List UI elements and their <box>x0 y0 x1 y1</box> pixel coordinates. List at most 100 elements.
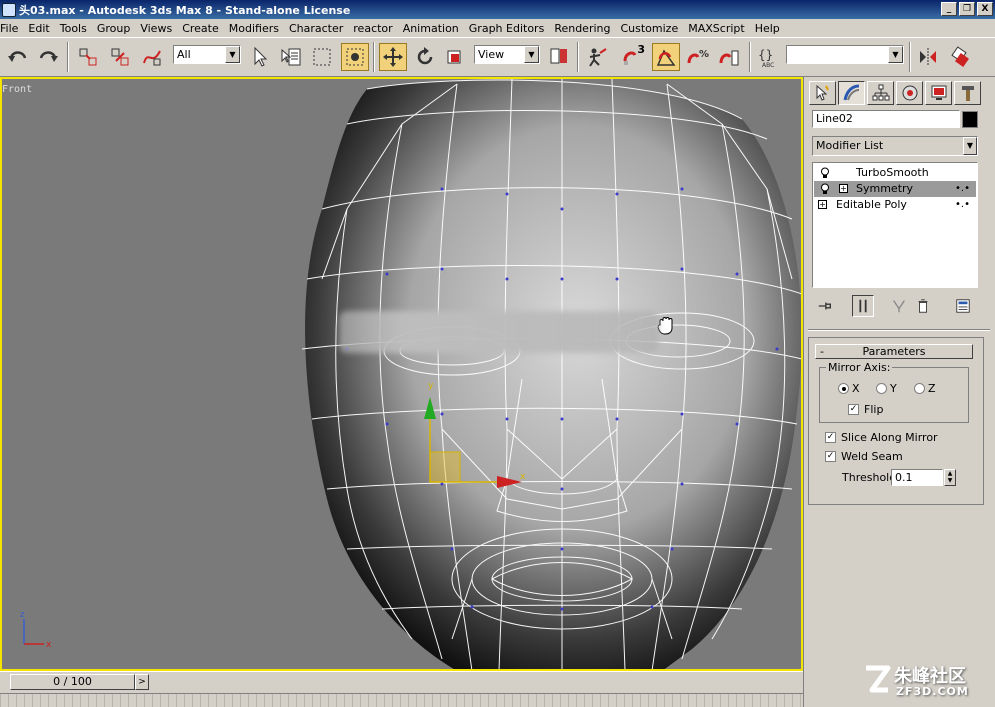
menu-create[interactable]: Create <box>177 22 224 35</box>
region-select-icon[interactable] <box>308 43 336 71</box>
minimize-button[interactable]: _ <box>941 2 957 16</box>
stack-item-symmetry[interactable]: + Symmetry •.• <box>814 181 976 197</box>
front-viewport[interactable]: y x z x Front <box>0 77 803 671</box>
flip-checkbox[interactable]: ✓ Flip <box>848 403 883 416</box>
parameters-rollout: - Parameters Mirror Axis: X Y Z ✓ Flip ✓… <box>808 337 984 505</box>
select-and-rotate-icon[interactable] <box>411 43 439 71</box>
main-toolbar: All ▼ View ▼ 3 % {} ABC ▼ <box>0 37 995 77</box>
reference-coordinate-value: View <box>478 48 505 61</box>
selection-filter-dropdown[interactable]: All ▼ <box>173 45 241 64</box>
menu-graph-editors[interactable]: Graph Editors <box>464 22 550 35</box>
named-selection-set-dropdown[interactable]: ▼ <box>786 45 904 64</box>
tab-display[interactable] <box>925 81 952 105</box>
lightbulb-icon[interactable] <box>820 183 830 195</box>
select-and-link-icon[interactable] <box>74 43 102 71</box>
make-unique-icon[interactable] <box>888 295 910 317</box>
edit-named-selection-icon[interactable]: {} ABC <box>754 43 782 71</box>
pivot-center-icon[interactable] <box>545 43 573 71</box>
close-button[interactable]: X <box>977 2 993 16</box>
slice-along-mirror-checkbox[interactable]: ✓ Slice Along Mirror <box>825 431 938 444</box>
menu-help[interactable]: Help <box>750 22 785 35</box>
show-end-result-icon[interactable] <box>852 295 874 317</box>
hierarchy-icon <box>872 84 889 101</box>
menu-animation[interactable]: Animation <box>398 22 464 35</box>
selection-filter-value: All <box>177 48 191 61</box>
head-mesh-wireframe[interactable]: y x z x <box>2 79 801 669</box>
stack-dots-icon: •.• <box>955 199 970 210</box>
restore-button[interactable]: ❐ <box>959 2 975 16</box>
tripod-x-label: x <box>46 640 52 650</box>
select-object-icon[interactable] <box>246 43 274 71</box>
select-and-manipulate-icon[interactable] <box>584 43 612 71</box>
modifier-list-dropdown[interactable]: Modifier List ▼ <box>812 136 978 156</box>
viewport-label[interactable]: Front <box>2 84 32 95</box>
parameters-rollout-header[interactable]: - Parameters <box>815 344 973 359</box>
weld-seam-checkbox[interactable]: ✓ Weld Seam <box>825 450 903 463</box>
menu-group[interactable]: Group <box>92 22 136 35</box>
stack-item-turbosmooth[interactable]: TurboSmooth <box>814 165 976 181</box>
redacted-blur-region <box>339 311 659 353</box>
select-and-scale-icon[interactable] <box>442 43 470 71</box>
undo-icon[interactable] <box>4 43 32 71</box>
expand-icon[interactable]: + <box>818 200 827 209</box>
menu-customize[interactable]: Customize <box>615 22 683 35</box>
next-frame-button[interactable]: > <box>135 674 149 690</box>
axis-z-radio[interactable]: Z <box>914 382 936 395</box>
tab-modify[interactable] <box>838 81 865 105</box>
expand-icon[interactable]: + <box>839 184 848 193</box>
modifier-stack: TurboSmooth + Symmetry •.• + Editable Po… <box>812 162 978 288</box>
unlink-selection-icon[interactable] <box>106 43 134 71</box>
axis-x-label: X <box>852 382 860 395</box>
stack-item-label: Symmetry <box>856 182 914 195</box>
configure-modifier-sets-icon[interactable] <box>952 295 974 317</box>
stack-item-label: TurboSmooth <box>856 166 929 179</box>
menu-bar: File Edit Tools Group Views Create Modif… <box>0 19 995 37</box>
app-icon[interactable] <box>2 2 16 17</box>
axis-tripod: z x <box>20 610 52 650</box>
mirror-icon[interactable] <box>914 43 942 71</box>
stack-item-editable-poly[interactable]: + Editable Poly •.• <box>814 197 976 213</box>
menu-views[interactable]: Views <box>135 22 177 35</box>
menu-character[interactable]: Character <box>284 22 348 35</box>
menu-maxscript[interactable]: MAXScript <box>683 22 749 35</box>
bind-space-warp-icon[interactable] <box>138 43 166 71</box>
menu-rendering[interactable]: Rendering <box>549 22 615 35</box>
menu-tools[interactable]: Tools <box>55 22 92 35</box>
select-by-name-icon[interactable] <box>277 43 305 71</box>
chevron-down-icon: ▼ <box>963 137 977 155</box>
pin-stack-icon[interactable] <box>814 295 836 317</box>
tab-create[interactable] <box>809 81 836 105</box>
reference-coordinate-dropdown[interactable]: View ▼ <box>474 45 540 64</box>
spinner-snap-icon[interactable] <box>716 43 744 71</box>
checkmark-icon: ✓ <box>848 404 859 415</box>
lightbulb-icon[interactable] <box>820 167 830 179</box>
mirror-axis-label: Mirror Axis: <box>826 361 893 374</box>
align-icon[interactable] <box>946 43 974 71</box>
axis-x-radio[interactable]: X <box>838 382 860 395</box>
window-crossing-icon[interactable] <box>341 43 369 71</box>
menu-reactor[interactable]: reactor <box>348 22 397 35</box>
object-color-swatch[interactable] <box>962 111 978 128</box>
percent-snap-icon[interactable]: % <box>684 43 712 71</box>
radio-icon <box>838 383 849 394</box>
menu-file[interactable]: File <box>0 22 23 35</box>
command-panel: Line02 Modifier List ▼ TurboSmooth + Sym… <box>803 77 995 707</box>
modifier-stack-tools <box>812 295 978 317</box>
axis-y-radio[interactable]: Y <box>876 382 897 395</box>
track-bar[interactable] <box>0 693 803 707</box>
tab-motion[interactable] <box>896 81 923 105</box>
remove-modifier-icon[interactable] <box>912 295 934 317</box>
threshold-spinner[interactable]: ▲ ▼ <box>944 469 956 486</box>
menu-modifiers[interactable]: Modifiers <box>224 22 284 35</box>
tab-hierarchy[interactable] <box>867 81 894 105</box>
menu-edit[interactable]: Edit <box>23 22 54 35</box>
select-and-move-icon[interactable] <box>379 43 407 71</box>
angle-snap-icon[interactable] <box>652 43 680 71</box>
redo-icon[interactable] <box>34 43 62 71</box>
tab-utilities[interactable] <box>954 81 981 105</box>
object-name-field[interactable]: Line02 <box>812 110 960 128</box>
stack-item-label: Editable Poly <box>836 198 907 211</box>
threshold-input[interactable]: 0.1 <box>891 469 943 486</box>
snaps-toggle-icon[interactable]: 3 <box>619 43 647 71</box>
time-slider[interactable]: 0 / 100 <box>10 674 135 690</box>
